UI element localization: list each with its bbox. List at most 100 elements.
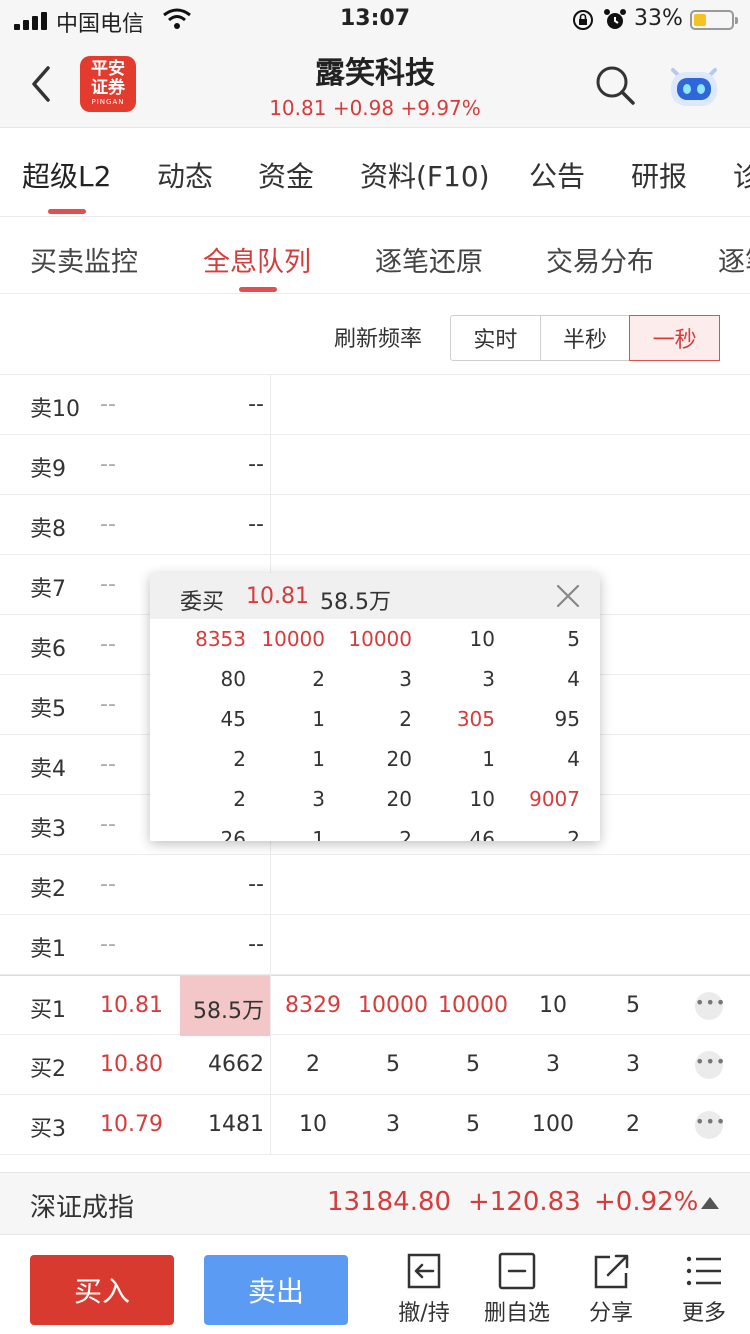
- stock-header: 平安 证券 PINGAN 露笑科技 10.81 +0.98 +9.97%: [0, 40, 750, 128]
- popup-queue-order: 20: [386, 787, 412, 811]
- battery-icon: [690, 10, 738, 30]
- subtab-monitor[interactable]: 买卖监控: [30, 240, 138, 279]
- popup-price: 10.81: [246, 584, 309, 609]
- cancel-hold-button[interactable]: 撤/持: [384, 1251, 464, 1327]
- menu-list-icon: [686, 1256, 721, 1286]
- alarm-icon: [604, 9, 626, 29]
- main-tabs: 超级L2 动态 资金 资料(F10) 公告 研报 诊: [0, 129, 750, 217]
- popup-queue-order: 2: [233, 787, 246, 811]
- more-queue-button[interactable]: •••: [695, 1051, 725, 1079]
- index-name: 深证成指: [30, 1193, 135, 1223]
- level-volume: --: [248, 512, 264, 537]
- popup-queue-order: 3: [482, 667, 495, 691]
- share-label: 分享: [588, 1301, 633, 1326]
- battery-percentage: 33%: [634, 6, 683, 31]
- buy-level-row[interactable]: 买3 10.79 1481 10 3 5 100 2 •••: [0, 1095, 750, 1155]
- more-button[interactable]: 更多: [664, 1251, 744, 1327]
- index-value: 13184.80: [327, 1187, 452, 1217]
- level-volume: 58.5万: [193, 999, 264, 1024]
- subtab-tick-restore[interactable]: 逐笔还原: [375, 240, 483, 279]
- level-price: --: [100, 812, 116, 837]
- level-label: 卖6: [30, 637, 66, 662]
- level-label: 买1: [30, 998, 66, 1023]
- robot-assistant-icon[interactable]: [665, 60, 723, 110]
- level-price: --: [100, 392, 116, 417]
- remove-watchlist-label: 删自选: [483, 1301, 550, 1326]
- more-queue-button[interactable]: •••: [695, 1111, 725, 1139]
- popup-queue-order: 10000: [348, 627, 412, 651]
- sell-level-row: 卖2 -- --: [0, 855, 750, 915]
- popup-queue-order: 80: [220, 667, 246, 691]
- buy-button[interactable]: 买入: [30, 1255, 174, 1325]
- refresh-rate-label: 刷新频率: [334, 327, 423, 352]
- level-price: --: [100, 872, 116, 897]
- refresh-realtime-option[interactable]: 实时: [451, 316, 541, 360]
- index-change-pct: +0.92%: [594, 1187, 699, 1217]
- popup-queue-order: 305: [456, 707, 495, 731]
- close-icon[interactable]: [555, 583, 581, 609]
- search-icon[interactable]: [594, 64, 636, 106]
- refresh-half-second-option[interactable]: 半秒: [541, 316, 631, 360]
- tab-funds[interactable]: 资金: [258, 155, 314, 195]
- active-subtab-indicator: [239, 287, 277, 292]
- share-button[interactable]: 分享: [571, 1251, 651, 1327]
- tab-super-l2[interactable]: 超级L2: [22, 155, 111, 195]
- level-label: 卖10: [30, 397, 80, 422]
- queue-order: 10000: [358, 993, 428, 1018]
- buy-level-row[interactable]: 买2 10.80 4662 2 5 5 3 3 •••: [0, 1035, 750, 1095]
- level-label: 卖1: [30, 937, 66, 962]
- level-price: 10.81: [100, 993, 163, 1018]
- more-queue-button[interactable]: •••: [695, 992, 725, 1020]
- popup-queue-order: 2: [399, 827, 412, 841]
- level-label: 卖9: [30, 457, 66, 482]
- popup-queue-order: 2: [399, 707, 412, 731]
- queue-order: 100: [532, 1112, 574, 1137]
- popup-header: 委买 10.81 58.5万: [150, 573, 600, 619]
- popup-queue-order: 3: [312, 787, 325, 811]
- tab-diagnosis[interactable]: 诊: [733, 155, 750, 195]
- level-price: --: [100, 512, 116, 537]
- level-label: 买2: [30, 1057, 66, 1082]
- queue-order: 3: [626, 1052, 640, 1077]
- popup-queue-order: 9007: [529, 787, 580, 811]
- tab-research[interactable]: 研报: [631, 155, 687, 195]
- sell-button[interactable]: 卖出: [204, 1255, 348, 1325]
- level-price: --: [100, 752, 116, 777]
- level-price: --: [100, 932, 116, 957]
- queue-order: 3: [386, 1112, 400, 1137]
- tab-f10[interactable]: 资料(F10): [360, 155, 490, 195]
- popup-queue-order: 10: [469, 627, 495, 651]
- stock-change-pct: +9.97%: [400, 96, 481, 120]
- stock-quote: 10.81 +0.98 +9.97%: [0, 96, 750, 120]
- popup-title: 委买: [180, 590, 225, 615]
- tab-announcements[interactable]: 公告: [529, 155, 585, 195]
- level-label: 买3: [30, 1117, 66, 1142]
- buy-level-row[interactable]: 买1 10.81 58.5万 8329 10000 10000 10 5 •••: [0, 975, 750, 1036]
- subtab-tick[interactable]: 逐笔: [718, 240, 750, 279]
- popup-queue-order: 3: [399, 667, 412, 691]
- queue-order: 2: [306, 1052, 320, 1077]
- level-label: 卖8: [30, 517, 66, 542]
- active-tab-indicator: [48, 209, 86, 214]
- level-price: 10.79: [100, 1112, 163, 1137]
- level-label: 卖3: [30, 817, 66, 842]
- level-volume: 1481: [208, 1112, 264, 1137]
- index-ticker-bar[interactable]: 深证成指 13184.80 +120.83 +0.92%: [0, 1172, 750, 1234]
- popup-queue-order: 45: [220, 707, 246, 731]
- subtab-trade-distribution[interactable]: 交易分布: [546, 240, 654, 279]
- queue-order: 3: [546, 1052, 560, 1077]
- tab-news[interactable]: 动态: [157, 155, 213, 195]
- level-label: 卖2: [30, 877, 66, 902]
- level-volume: --: [248, 872, 264, 897]
- queue-order: 2: [626, 1112, 640, 1137]
- rotation-lock-icon: [573, 10, 593, 30]
- sell-level-row: 卖10 -- --: [0, 375, 750, 435]
- subtab-full-queue[interactable]: 全息队列: [203, 240, 311, 279]
- refresh-one-second-option[interactable]: 一秒: [629, 315, 721, 361]
- queue-order: 10: [299, 1112, 327, 1137]
- popup-queue-order: 4: [567, 747, 580, 771]
- level-price: --: [100, 632, 116, 657]
- refresh-rate-selector: 实时 半秒 一秒: [450, 315, 721, 361]
- expand-up-icon[interactable]: [701, 1197, 719, 1209]
- remove-watchlist-button[interactable]: 删自选: [477, 1251, 557, 1327]
